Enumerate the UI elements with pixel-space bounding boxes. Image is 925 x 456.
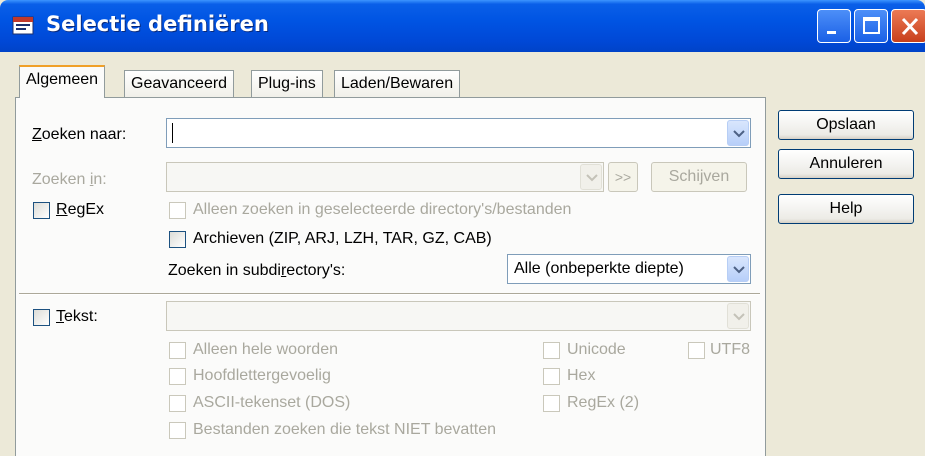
window-title: Selectie definiëren (46, 12, 269, 36)
archives-checkbox[interactable] (169, 231, 186, 248)
tab-laden-bewaren[interactable]: Laden/Bewaren (334, 70, 461, 98)
ascii-checkbox[interactable] (169, 395, 186, 412)
utf8-label: UTF8 (710, 341, 750, 358)
whole-words-checkbox[interactable] (169, 342, 186, 359)
maximize-button[interactable] (854, 9, 888, 43)
dialog-window: Selectie definiëren Algemeen Geavanceerd… (0, 0, 925, 456)
app-icon (12, 14, 34, 36)
regex2-checkbox[interactable] (543, 395, 560, 412)
chevron-down-icon[interactable] (727, 120, 749, 146)
regex-checkbox[interactable] (33, 202, 50, 219)
whole-words-label: Alleen hele woorden (193, 341, 338, 358)
search-in-combo[interactable] (166, 162, 604, 192)
chevron-down-icon[interactable] (727, 256, 749, 282)
title-bar[interactable]: Selectie definiëren (0, 0, 925, 52)
tab-algemeen[interactable]: Algemeen (19, 65, 106, 98)
not-containing-checkbox[interactable] (169, 422, 186, 439)
unicode-label: Unicode (567, 341, 626, 358)
text-checkbox[interactable] (33, 309, 50, 326)
help-button[interactable]: Help (778, 194, 914, 224)
hex-checkbox[interactable] (543, 368, 560, 385)
minimize-button[interactable] (817, 9, 851, 43)
search-for-combo[interactable] (166, 118, 751, 148)
close-button[interactable] (891, 9, 925, 43)
section-divider (19, 293, 760, 295)
hex-label: Hex (567, 367, 596, 384)
text-combo[interactable] (166, 301, 751, 331)
subdirs-value: Alle (onbeperkte diepte) (514, 260, 684, 277)
utf8-clip: UTF8 (710, 335, 764, 363)
only-selected-label: Alleen zoeken in geselecteerde directory… (193, 201, 572, 218)
cancel-button[interactable]: Annuleren (778, 149, 914, 179)
browse-arrow-button[interactable]: >> (608, 162, 638, 192)
text-label: Tekst: (56, 308, 98, 325)
unicode-checkbox[interactable] (543, 342, 560, 359)
chevron-down-icon[interactable] (580, 164, 602, 190)
chevron-down-icon[interactable] (727, 303, 749, 329)
search-for-label: Zoeken naar: (32, 126, 127, 143)
regex2-label: RegEx (2) (567, 394, 640, 411)
tab-plug-ins[interactable]: Plug-ins (251, 70, 323, 98)
utf8-checkbox[interactable] (688, 342, 705, 359)
subdirs-select[interactable]: Alle (onbeperkte diepte) (507, 254, 751, 284)
search-in-label: Zoeken in: (32, 171, 107, 188)
drives-button[interactable]: Schijven (651, 162, 747, 192)
tab-geavanceerd[interactable]: Geavanceerd (124, 70, 235, 98)
case-sensitive-checkbox[interactable] (169, 368, 186, 385)
archives-label: Archieven (ZIP, ARJ, LZH, TAR, GZ, CAB) (193, 230, 492, 247)
save-button[interactable]: Opslaan (778, 110, 914, 140)
subdirs-label: Zoeken in subdirectory's: (168, 262, 346, 279)
not-containing-label: Bestanden zoeken die tekst NIET bevatten (193, 421, 497, 438)
regex-label: RegEx (56, 201, 105, 218)
ascii-label: ASCII-tekenset (DOS) (193, 394, 351, 411)
only-selected-checkbox[interactable] (169, 202, 186, 219)
case-sensitive-label: Hoofdlettergevoelig (193, 367, 331, 384)
text-cursor (172, 123, 173, 143)
